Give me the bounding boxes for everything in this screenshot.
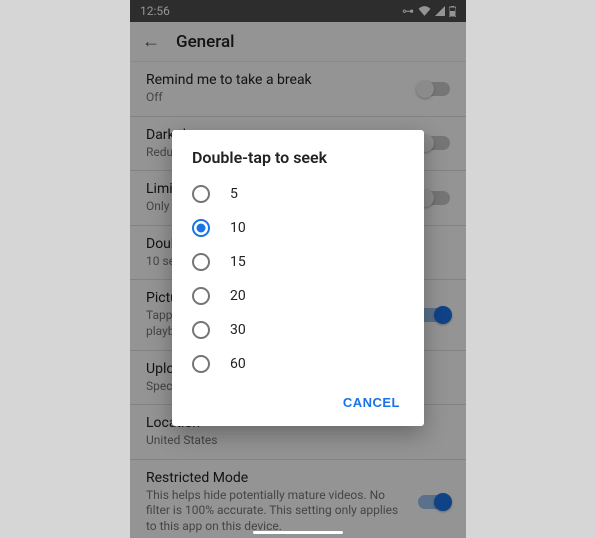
nav-handle[interactable] <box>253 531 343 534</box>
radio-icon <box>192 355 210 373</box>
radio-option[interactable]: 10 <box>172 211 424 245</box>
radio-icon <box>192 253 210 271</box>
seek-dialog: Double-tap to seek 5 10 15 20 30 60 CANCEL <box>172 130 424 426</box>
radio-option[interactable]: 20 <box>172 279 424 313</box>
phone-frame: 12:56 ⊶ ← General Remind me to take a br… <box>130 0 466 538</box>
radio-option[interactable]: 30 <box>172 313 424 347</box>
radio-option[interactable]: 15 <box>172 245 424 279</box>
radio-label: 5 <box>230 186 238 202</box>
radio-option[interactable]: 5 <box>172 177 424 211</box>
radio-option[interactable]: 60 <box>172 347 424 381</box>
radio-icon <box>192 321 210 339</box>
dialog-title: Double-tap to seek <box>172 148 424 177</box>
radio-label: 60 <box>230 356 246 372</box>
radio-label: 20 <box>230 288 246 304</box>
radio-label: 30 <box>230 322 246 338</box>
radio-label: 15 <box>230 254 246 270</box>
dialog-actions: CANCEL <box>172 381 424 420</box>
radio-icon <box>192 185 210 203</box>
cancel-button[interactable]: CANCEL <box>335 389 408 416</box>
radio-group: 5 10 15 20 30 60 <box>172 177 424 381</box>
radio-icon <box>192 219 210 237</box>
radio-icon <box>192 287 210 305</box>
radio-label: 10 <box>230 220 246 236</box>
